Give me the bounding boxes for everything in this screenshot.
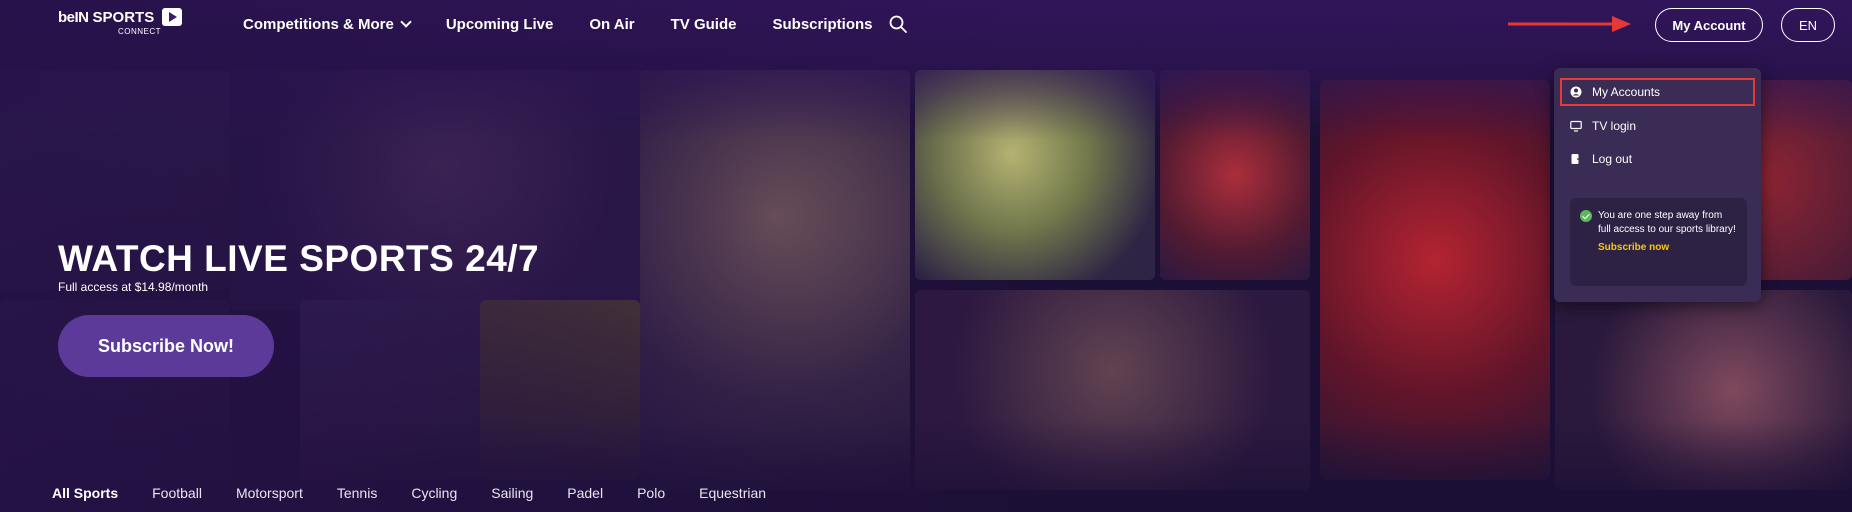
tab-tennis[interactable]: Tennis	[337, 485, 377, 501]
tv-icon	[1570, 120, 1582, 132]
nav-subscriptions-label: Subscriptions	[772, 15, 873, 33]
hero-subtitle: Full access at $14.98/month	[58, 280, 209, 294]
my-account-button[interactable]: My Account	[1655, 8, 1763, 42]
subscribe-now-link[interactable]: Subscribe now	[1598, 242, 1737, 253]
menu-item-my-accounts-label: My Accounts	[1592, 85, 1661, 99]
hero-title: WATCH LIVE SPORTS 24/7	[58, 238, 540, 279]
tab-cycling[interactable]: Cycling	[411, 485, 457, 501]
play-icon	[162, 8, 183, 26]
top-header: beIN SPORTS CONNECT Competitions & More …	[0, 0, 1852, 52]
nav-subscriptions[interactable]: Subscriptions	[772, 16, 872, 33]
logo-connect-text: CONNECT	[118, 27, 162, 36]
nav-on-air-label: On Air	[589, 15, 635, 33]
nav-upcoming-live-label: Upcoming Live	[445, 15, 554, 33]
menu-item-my-accounts[interactable]: My Accounts	[1560, 78, 1755, 106]
sport-tabs: All Sports Football Motorsport Tennis Cy…	[52, 482, 800, 504]
logout-icon	[1571, 154, 1582, 164]
logo-sports-text: SPORTS	[92, 8, 155, 26]
main-nav: Competitions & More Upcoming Live On Air…	[243, 0, 909, 48]
menu-item-log-out-label: Log out	[1592, 152, 1633, 166]
subscribe-now-button[interactable]: Subscribe Now!	[58, 315, 274, 377]
account-dropdown-menu: My Accounts TV login Log out You are one…	[1554, 68, 1761, 302]
language-button[interactable]: EN	[1781, 8, 1835, 42]
logo-wordmark: beIN SPORTS	[58, 8, 190, 26]
menu-item-log-out[interactable]: Log out	[1560, 145, 1755, 173]
nav-competitions-label: Competitions & More	[243, 15, 394, 33]
nav-on-air[interactable]: On Air	[589, 16, 634, 33]
menu-item-tv-login-label: TV login	[1592, 119, 1637, 133]
tab-padel[interactable]: Padel	[567, 485, 603, 501]
tab-all-sports[interactable]: All Sports	[52, 485, 118, 501]
tab-polo[interactable]: Polo	[637, 485, 665, 501]
nav-tv-guide[interactable]: TV Guide	[671, 16, 737, 33]
tab-motorsport[interactable]: Motorsport	[236, 485, 303, 501]
tab-sailing[interactable]: Sailing	[491, 485, 533, 501]
logo-bein-text: beIN	[58, 8, 89, 26]
menu-item-tv-login[interactable]: TV login	[1560, 112, 1755, 140]
nav-upcoming-live[interactable]: Upcoming Live	[446, 16, 554, 33]
promo-text: You are one step away from full access t…	[1598, 210, 1736, 235]
bein-sports-connect-logo[interactable]: beIN SPORTS CONNECT	[58, 8, 190, 42]
subscription-promo: You are one step away from full access t…	[1570, 198, 1747, 286]
tab-equestrian[interactable]: Equestrian	[699, 485, 766, 501]
check-circle-icon	[1580, 210, 1592, 222]
chevron-down-icon	[400, 16, 412, 28]
search-icon[interactable]	[889, 15, 907, 33]
nav-tv-guide-label: TV Guide	[670, 15, 737, 33]
annotation-arrow-icon	[1508, 16, 1631, 32]
nav-competitions[interactable]: Competitions & More	[243, 15, 412, 33]
account-icon	[1570, 86, 1582, 98]
tab-football[interactable]: Football	[152, 485, 202, 501]
